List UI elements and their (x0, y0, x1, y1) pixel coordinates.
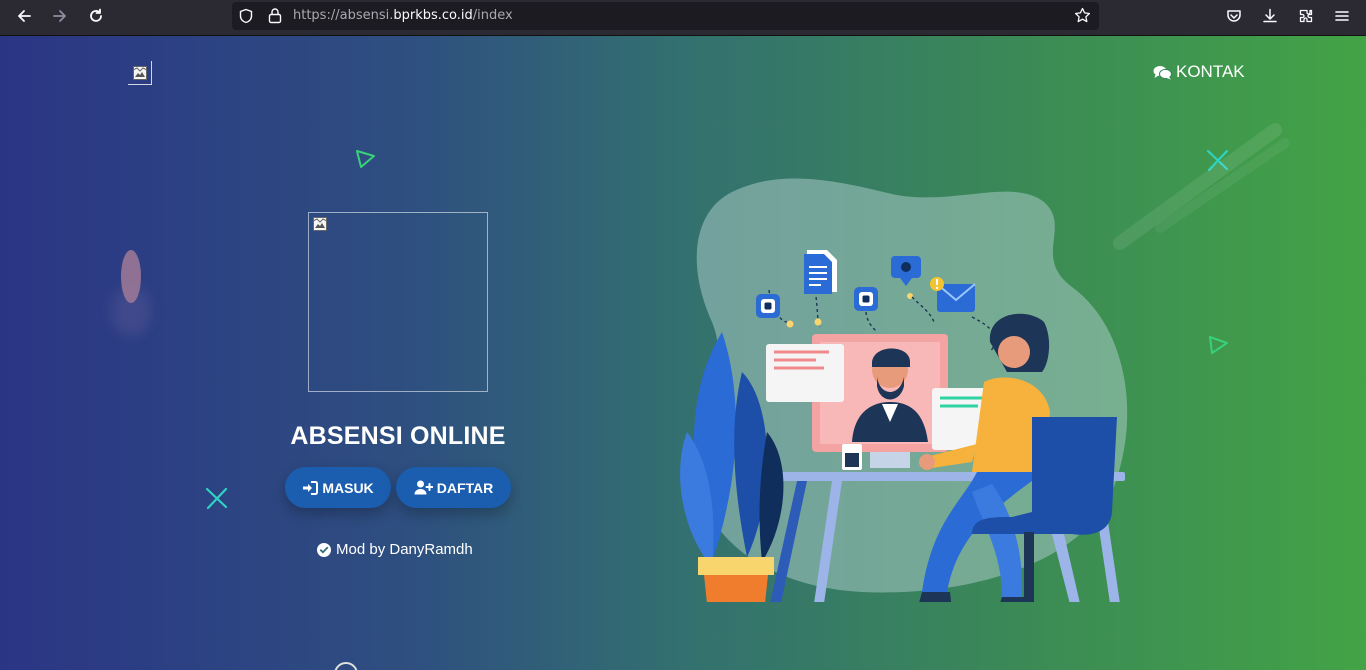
triangle-decor-icon (356, 150, 375, 168)
url-prefix: https://absensi. (293, 8, 394, 23)
url-text[interactable]: https://absensi.bprkbs.co.id/index (293, 8, 513, 23)
menu-icon[interactable] (1329, 4, 1355, 28)
comments-icon (1153, 65, 1172, 79)
page-title: ABSENSI ONLINE (290, 422, 506, 450)
shield-icon[interactable] (238, 8, 254, 28)
hero-image (308, 212, 488, 392)
pocket-icon[interactable] (1221, 4, 1247, 28)
kontak-label: KONTAK (1176, 62, 1245, 81)
kontak-link[interactable]: KONTAK (1153, 62, 1245, 82)
url-path: /index (472, 8, 513, 23)
credit-label: Mod by DanyRamdh (336, 541, 473, 558)
logo-image (128, 61, 152, 85)
decor-blob (121, 250, 141, 303)
extensions-icon[interactable] (1293, 4, 1319, 28)
circle-decor-icon (334, 662, 358, 670)
back-arrow-icon[interactable] (10, 4, 38, 28)
url-bar[interactable]: https://absensi.bprkbs.co.id/index (232, 2, 1099, 30)
landing-page: KONTAK ABSENSI ONLINE MASUK DAFTAR Mod b… (0, 36, 1366, 670)
sign-in-icon (303, 480, 319, 495)
daftar-label: DAFTAR (436, 479, 494, 496)
credit-text: Mod by DanyRamdh (317, 541, 473, 558)
lock-icon[interactable] (267, 7, 283, 28)
user-plus-icon (414, 480, 433, 495)
reload-icon[interactable] (82, 4, 110, 28)
url-host: bprkbs.co.id (393, 8, 473, 23)
masuk-button[interactable]: MASUK (285, 467, 391, 508)
cross-decor-icon (205, 487, 228, 510)
masuk-label: MASUK (322, 479, 374, 496)
hero-illustration (680, 178, 1128, 602)
daftar-button[interactable]: DAFTAR (396, 467, 511, 508)
triangle-decor-icon (1209, 336, 1228, 354)
bookmark-star-icon[interactable] (1074, 7, 1091, 28)
download-icon[interactable] (1257, 4, 1283, 28)
broken-image-icon (313, 217, 327, 231)
broken-image-icon (133, 66, 147, 80)
forward-arrow-icon[interactable] (46, 4, 74, 28)
check-circle-icon (317, 542, 331, 557)
browser-toolbar: https://absensi.bprkbs.co.id/index (0, 0, 1366, 36)
